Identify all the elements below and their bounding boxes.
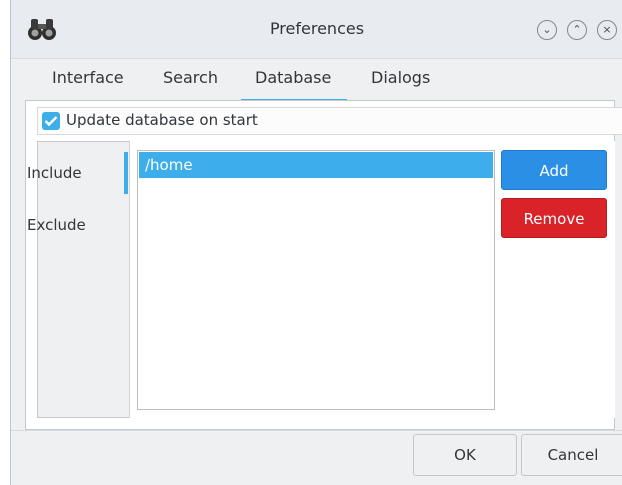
tab-interface[interactable]: Interface	[52, 68, 130, 102]
checkmark-icon	[44, 116, 58, 127]
remove-button[interactable]: Remove	[501, 198, 607, 238]
tab-database[interactable]: Database	[241, 68, 347, 102]
tab-search[interactable]: Search	[163, 68, 225, 102]
preferences-window: Preferences ⌄ ⌃ × Interface Search Datab…	[10, 0, 622, 485]
minimize-button[interactable]: ⌄	[537, 20, 557, 40]
ok-button[interactable]: OK	[413, 434, 517, 476]
list-item[interactable]: /home	[139, 152, 493, 178]
side-tab-exclude[interactable]: Exclude	[27, 216, 86, 234]
footer-divider	[11, 430, 622, 431]
close-button[interactable]: ×	[597, 20, 617, 40]
tab-bar: Interface Search Database Dialogs	[11, 58, 622, 102]
cancel-button[interactable]: Cancel	[521, 434, 622, 476]
side-tab-include[interactable]: Include	[27, 164, 82, 182]
window-title: Preferences	[269, 19, 365, 38]
add-button[interactable]: Add	[501, 150, 607, 190]
update-database-label: Update database on start	[66, 111, 258, 129]
path-list[interactable]: /home	[137, 150, 495, 410]
side-tab-indicator	[124, 152, 128, 194]
update-database-checkbox[interactable]	[42, 112, 60, 130]
title-bar[interactable]: Preferences ⌄ ⌃ ×	[11, 0, 622, 59]
tab-dialogs[interactable]: Dialogs	[371, 68, 441, 102]
maximize-button[interactable]: ⌃	[567, 20, 587, 40]
update-database-row[interactable]: Update database on start	[37, 107, 622, 135]
